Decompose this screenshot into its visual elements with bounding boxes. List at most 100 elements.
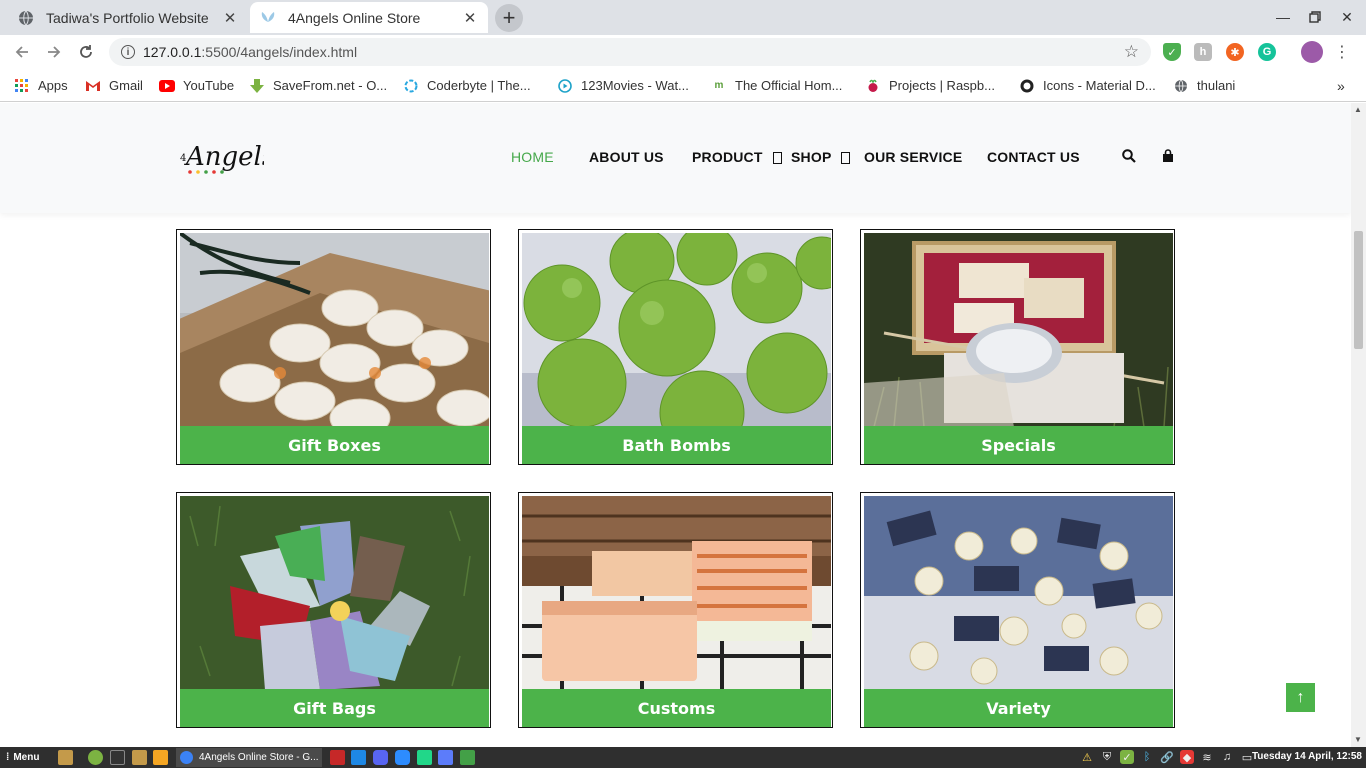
address-bar[interactable]: i 127.0.0.1:5500/4angels/index.html ☆ <box>109 38 1151 66</box>
bookmark-label: Apps <box>38 78 68 93</box>
more-bookmarks-icon[interactable]: » <box>1337 77 1345 94</box>
product-card-gift-bags[interactable]: Gift Bags <box>176 492 491 728</box>
bookmark-savefrom[interactable]: SaveFrom.net - O... <box>249 77 387 94</box>
product-card-customs[interactable]: Customs <box>518 492 833 728</box>
music-icon[interactable]: ♫ <box>1220 750 1234 764</box>
bookmark-gmail[interactable]: Gmail <box>85 77 143 94</box>
bookmark-coderbyte[interactable]: Coderbyte | The... <box>403 77 531 94</box>
bookmark-label: SaveFrom.net - O... <box>273 78 388 93</box>
update-icon[interactable]: ✓ <box>1120 750 1134 764</box>
file-manager-icon[interactable] <box>132 750 147 765</box>
page-viewport: Angels 4 HOME ABOUT US PRODUCT SHOP OUR … <box>0 103 1366 747</box>
site-logo[interactable]: Angels 4 <box>180 139 275 179</box>
gmail-icon <box>85 78 101 94</box>
vscode-icon[interactable] <box>351 750 366 765</box>
product-label: Specials <box>864 426 1173 464</box>
close-window-icon[interactable]: ✕ <box>1335 6 1359 28</box>
close-tab-icon[interactable]: ✕ <box>222 10 238 27</box>
menu-label: Menu <box>13 752 40 763</box>
grammarly-icon[interactable]: G <box>1258 43 1276 61</box>
bookmark-official-home[interactable]: m The Official Hom... <box>711 77 843 94</box>
profile-avatar[interactable] <box>1301 41 1323 63</box>
bookmark-raspberry[interactable]: Projects | Raspb... <box>865 77 995 94</box>
taskbar-window-chrome[interactable]: 4Angels Online Store - G... <box>176 748 322 767</box>
scrollbar-thumb[interactable] <box>1354 231 1363 349</box>
media-player-icon[interactable] <box>153 750 168 765</box>
svg-text:Angels: Angels <box>184 142 264 172</box>
bookmark-apps[interactable]: Apps <box>14 77 68 94</box>
discord-icon[interactable] <box>373 750 388 765</box>
tab-portfolio[interactable]: Tadiwa's Portfolio Website ✕ <box>8 2 248 33</box>
nav-about-us[interactable]: ABOUT US <box>589 149 664 165</box>
customs-image <box>522 496 831 690</box>
extension-icon[interactable]: ✱ <box>1226 43 1244 61</box>
menu-kebab-icon[interactable]: ⋮ <box>1334 41 1350 63</box>
chrome-icon <box>180 751 193 764</box>
minimize-icon[interactable]: — <box>1271 6 1295 28</box>
coderbyte-icon <box>403 78 419 94</box>
bookmark-label: Icons - Material D... <box>1043 78 1156 93</box>
raspberry-icon <box>865 78 881 94</box>
official-home-icon: m <box>714 80 724 91</box>
scroll-down-arrow-icon[interactable]: ▼ <box>1354 735 1362 744</box>
nav-shop[interactable]: SHOP <box>791 149 851 165</box>
paperclip-icon[interactable]: 🔗 <box>1160 750 1174 764</box>
app-icon[interactable] <box>438 750 453 765</box>
github-icon <box>1019 78 1035 94</box>
pycharm-icon[interactable] <box>417 750 432 765</box>
taskbar-clock[interactable]: Tuesday 14 April, 12:58 <box>1252 751 1362 762</box>
product-card-variety[interactable]: Variety <box>860 492 1175 728</box>
search-icon[interactable] <box>1120 147 1138 165</box>
shield-extension-icon[interactable]: ✓ <box>1163 43 1181 61</box>
info-icon[interactable]: i <box>121 45 135 59</box>
reload-icon[interactable] <box>74 40 98 64</box>
terminal-icon[interactable] <box>110 750 125 765</box>
nav-home[interactable]: HOME <box>511 149 554 165</box>
variety-image <box>864 496 1173 690</box>
restore-icon[interactable] <box>1303 6 1327 28</box>
back-icon[interactable] <box>10 40 34 64</box>
bookmarks-bar: Apps Gmail YouTube SaveFrom.net - O... C… <box>0 68 1366 102</box>
savefrom-icon <box>249 78 265 94</box>
nav-shop-label: SHOP <box>791 149 832 165</box>
terminal-icon[interactable] <box>330 750 345 765</box>
bookmark-123movies[interactable]: 123Movies - Wat... <box>557 77 689 94</box>
nav-contact-us[interactable]: CONTACT US <box>987 149 1080 165</box>
youtube-icon <box>159 78 175 94</box>
wifi-icon[interactable]: ≋ <box>1200 750 1214 764</box>
bookmark-material-icons[interactable]: Icons - Material D... <box>1019 77 1156 94</box>
arrow-up-icon: ↑ <box>1296 688 1305 706</box>
bookmark-thulani[interactable]: thulani <box>1173 77 1235 94</box>
scroll-up-arrow-icon[interactable]: ▲ <box>1354 105 1362 114</box>
shopping-bag-icon[interactable] <box>1159 147 1177 165</box>
scroll-to-top-button[interactable]: ↑ <box>1286 683 1315 712</box>
bookmark-star-icon[interactable]: ☆ <box>1124 42 1139 62</box>
start-menu-button[interactable]: ⁞ Menu <box>6 750 39 765</box>
zoom-icon[interactable] <box>395 750 410 765</box>
product-card-bath-bombs[interactable]: Bath Bombs <box>518 229 833 465</box>
nav-our-service[interactable]: OUR SERVICE <box>864 149 962 165</box>
page-scrollbar[interactable]: ▲ ▼ <box>1351 103 1366 747</box>
app-icon[interactable] <box>460 750 475 765</box>
forward-icon[interactable] <box>42 40 66 64</box>
warning-icon[interactable]: ⚠ <box>1080 750 1094 764</box>
files-folder-icon[interactable] <box>58 750 73 765</box>
taskbar-window-title: 4Angels Online Store - G... <box>199 752 319 763</box>
extension-icon[interactable]: ◆ <box>1180 750 1194 764</box>
shield-icon[interactable]: ⛨ <box>1100 750 1114 764</box>
extension-icon[interactable]: h <box>1194 43 1212 61</box>
settings-icon[interactable] <box>88 750 103 765</box>
globe-icon <box>18 10 34 26</box>
bookmark-youtube[interactable]: YouTube <box>159 77 234 94</box>
specials-image <box>864 233 1173 427</box>
apps-grid-icon <box>14 78 30 94</box>
nav-product[interactable]: PRODUCT <box>692 149 782 165</box>
product-card-gift-boxes[interactable]: Gift Boxes <box>176 229 491 465</box>
bluetooth-icon[interactable]: ᛒ <box>1140 750 1154 764</box>
globe-icon <box>1173 78 1189 94</box>
close-tab-icon[interactable]: ✕ <box>462 10 478 27</box>
tab-4angels[interactable]: 4Angels Online Store ✕ <box>250 2 488 33</box>
product-card-specials[interactable]: Specials <box>860 229 1175 465</box>
tab-title: Tadiwa's Portfolio Website <box>46 9 209 26</box>
new-tab-button[interactable]: + <box>495 4 523 32</box>
